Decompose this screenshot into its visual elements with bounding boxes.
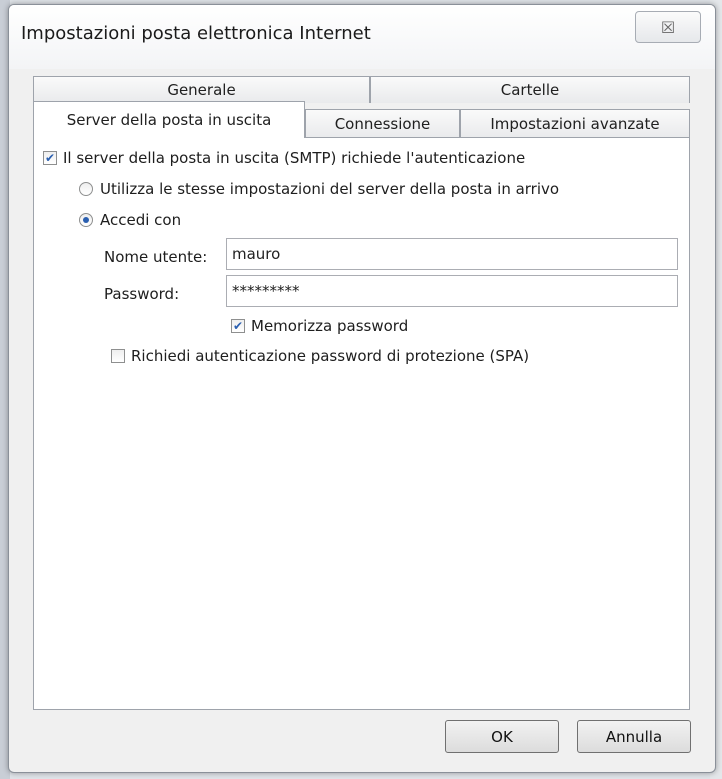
remember-password-checkbox[interactable]: ✔ Memorizza password: [231, 317, 408, 335]
radio-same-settings[interactable]: Utilizza le stesse impostazioni del serv…: [79, 180, 559, 198]
username-label: Nome utente:: [104, 248, 208, 266]
tab-label: Connessione: [334, 115, 431, 133]
tab-connessione[interactable]: Connessione: [305, 109, 460, 138]
radio-unselected-icon: [79, 182, 93, 196]
tab-server-posta-uscita[interactable]: Server della posta in uscita: [33, 101, 305, 138]
tab-impostazioni-avanzate[interactable]: Impostazioni avanzate: [460, 109, 690, 138]
checkbox-checked-icon: ✔: [231, 319, 245, 333]
tab-generale[interactable]: Generale: [33, 76, 370, 103]
remember-password-label: Memorizza password: [251, 317, 409, 335]
tab-label: Cartelle: [500, 81, 560, 99]
password-value: *********: [232, 282, 300, 300]
password-label: Password:: [104, 285, 180, 303]
title-bar: Impostazioni posta elettronica Internet …: [9, 5, 715, 69]
tab-cartelle[interactable]: Cartelle: [370, 76, 690, 103]
radio-login-with-label: Accedi con: [100, 211, 182, 229]
smtp-auth-label: Il server della posta in uscita (SMTP) r…: [63, 149, 526, 167]
username-input[interactable]: mauro: [226, 238, 678, 270]
window-title: Impostazioni posta elettronica Internet: [21, 23, 371, 44]
radio-same-settings-label: Utilizza le stesse impostazioni del serv…: [100, 180, 560, 198]
tab-label: Server della posta in uscita: [66, 111, 272, 129]
username-value: mauro: [232, 245, 281, 263]
checkbox-unchecked-icon: [111, 349, 125, 363]
dialog-window: Impostazioni posta elettronica Internet …: [8, 4, 716, 773]
spa-checkbox[interactable]: Richiedi autenticazione password di prot…: [111, 347, 529, 365]
ok-label: OK: [491, 727, 513, 746]
tab-label: Generale: [167, 81, 236, 99]
password-input[interactable]: *********: [226, 275, 678, 307]
password-label-row: Password:: [104, 285, 179, 303]
ok-button[interactable]: OK: [445, 720, 559, 753]
checkbox-checked-icon: ✔: [43, 151, 57, 165]
cancel-button[interactable]: Annulla: [577, 720, 691, 753]
username-label-row: Nome utente:: [104, 248, 207, 266]
radio-selected-icon: [79, 213, 93, 227]
radio-login-with[interactable]: Accedi con: [79, 211, 181, 229]
cancel-label: Annulla: [605, 727, 663, 746]
spa-label: Richiedi autenticazione password di prot…: [131, 347, 530, 365]
close-button[interactable]: ☒: [635, 11, 701, 43]
tab-label: Impostazioni avanzate: [490, 115, 660, 133]
smtp-auth-checkbox[interactable]: ✔ Il server della posta in uscita (SMTP)…: [43, 149, 525, 167]
close-icon: ☒: [660, 17, 676, 37]
